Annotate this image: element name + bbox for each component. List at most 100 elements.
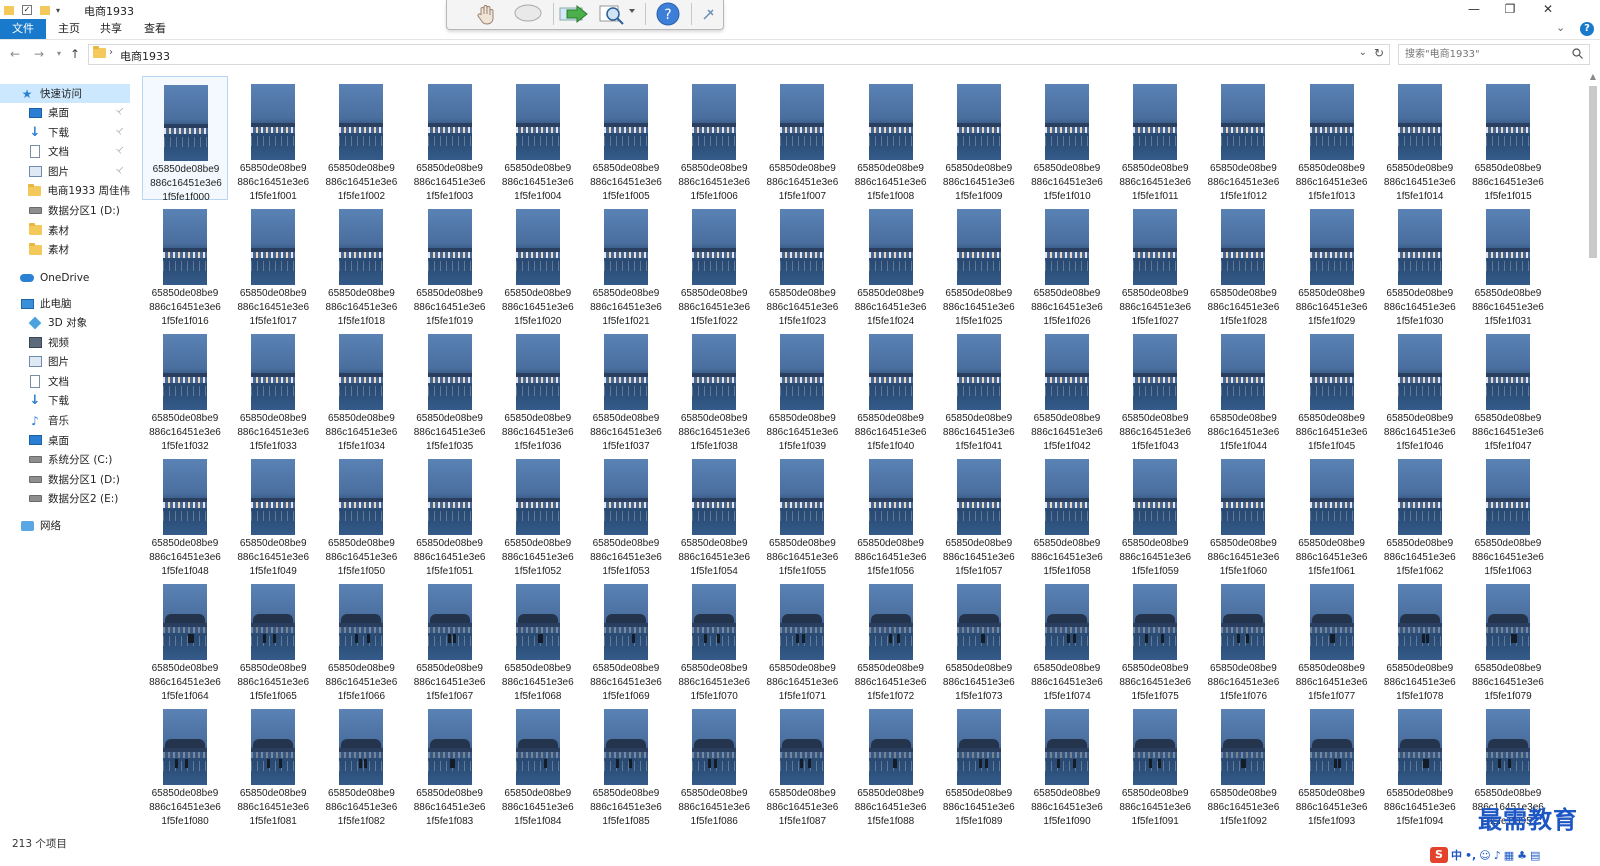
image-thumbnail[interactable]	[515, 584, 560, 660]
file-item[interactable]: 65850de08be9 886c16451e3e6 1f5fe1f076	[1200, 576, 1286, 702]
image-thumbnail[interactable]	[1309, 84, 1354, 160]
image-thumbnail[interactable]	[164, 85, 208, 161]
file-item[interactable]: 65850de08be9 886c16451e3e6 1f5fe1f079	[1465, 576, 1551, 702]
image-thumbnail[interactable]	[1133, 709, 1178, 785]
image-thumbnail[interactable]	[163, 334, 207, 410]
menu-grid-icon[interactable]: ▤	[1530, 849, 1540, 862]
image-thumbnail[interactable]	[251, 584, 296, 660]
image-thumbnail[interactable]	[1486, 209, 1530, 285]
file-item[interactable]: 65850de08be9 886c16451e3e6 1f5fe1f083	[407, 701, 493, 827]
image-thumbnail[interactable]	[1045, 334, 1089, 410]
file-item[interactable]: 65850de08be9 886c16451e3e6 1f5fe1f091	[1112, 701, 1198, 827]
image-thumbnail[interactable]	[1486, 709, 1530, 785]
file-item[interactable]: 65850de08be9 886c16451e3e6 1f5fe1f067	[407, 576, 493, 702]
sogou-ime-icon[interactable]: S	[1430, 847, 1448, 863]
search-box[interactable]	[1398, 44, 1590, 65]
sidebar-item[interactable]: 图片	[0, 352, 130, 371]
image-thumbnail[interactable]	[1221, 459, 1266, 535]
file-item[interactable]: 65850de08be9 886c16451e3e6 1f5fe1f039	[759, 326, 845, 452]
refresh-icon[interactable]: ↻	[1374, 46, 1384, 60]
emoji-icon[interactable]: ☺	[1479, 849, 1490, 862]
sidebar-item[interactable]: ↓ 下载	[0, 391, 130, 410]
file-item[interactable]: 65850de08be9 886c16451e3e6 1f5fe1f021	[583, 201, 669, 327]
sidebar-item[interactable]: 素材	[0, 240, 130, 259]
file-item[interactable]: 65850de08be9 886c16451e3e6 1f5fe1f032	[142, 326, 228, 452]
file-item[interactable]: 65850de08be9 886c16451e3e6 1f5fe1f037	[583, 326, 669, 452]
sidebar-network[interactable]: 网络	[0, 516, 130, 535]
pin-icon[interactable]: ⊥	[114, 144, 127, 157]
image-thumbnail[interactable]	[1309, 709, 1354, 785]
file-item[interactable]: 65850de08be9 886c16451e3e6 1f5fe1f060	[1200, 451, 1286, 577]
file-item[interactable]: 65850de08be9 886c16451e3e6 1f5fe1f035	[407, 326, 493, 452]
back-arrow-icon[interactable]: ←	[6, 45, 24, 63]
image-thumbnail[interactable]	[956, 209, 1001, 285]
file-item[interactable]: 65850de08be9 886c16451e3e6 1f5fe1f080	[142, 701, 228, 827]
file-item[interactable]: 65850de08be9 886c16451e3e6 1f5fe1f086	[671, 701, 757, 827]
file-item[interactable]: 65850de08be9 886c16451e3e6 1f5fe1f013	[1289, 76, 1375, 202]
keyboard-icon[interactable]: ▦	[1504, 849, 1514, 862]
file-item[interactable]: 65850de08be9 886c16451e3e6 1f5fe1f048	[142, 451, 228, 577]
image-thumbnail[interactable]	[956, 334, 1001, 410]
image-thumbnail[interactable]	[692, 209, 737, 285]
file-item[interactable]: 65850de08be9 886c16451e3e6 1f5fe1f038	[671, 326, 757, 452]
sidebar-item[interactable]: 数据分区1 (D:)	[0, 201, 130, 220]
properties-icon[interactable]: ✓	[22, 5, 32, 15]
sidebar-item[interactable]: 桌面 ⊥	[0, 103, 130, 122]
image-thumbnail[interactable]	[692, 709, 737, 785]
file-item[interactable]: 65850de08be9 886c16451e3e6 1f5fe1f087	[759, 701, 845, 827]
sidebar-item[interactable]: 电商1933 周佳伟	[0, 181, 130, 200]
image-thumbnail[interactable]	[515, 334, 560, 410]
file-item[interactable]: 65850de08be9 886c16451e3e6 1f5fe1f081	[230, 701, 316, 827]
image-thumbnail[interactable]	[427, 709, 472, 785]
image-thumbnail[interactable]	[339, 709, 384, 785]
chevron-down-icon[interactable]: ⌄	[1359, 47, 1367, 58]
scrollbar-thumb[interactable]	[1589, 86, 1597, 258]
file-item[interactable]: 65850de08be9 886c16451e3e6 1f5fe1f012	[1200, 76, 1286, 202]
image-thumbnail[interactable]	[1486, 84, 1530, 160]
image-thumbnail[interactable]	[692, 459, 737, 535]
image-thumbnail[interactable]	[1486, 334, 1530, 410]
file-item[interactable]: 65850de08be9 886c16451e3e6 1f5fe1f064	[142, 576, 228, 702]
file-item[interactable]: 65850de08be9 886c16451e3e6 1f5fe1f009	[936, 76, 1022, 202]
image-thumbnail[interactable]	[868, 709, 913, 785]
file-item[interactable]: 65850de08be9 886c16451e3e6 1f5fe1f071	[759, 576, 845, 702]
breadcrumb-current[interactable]: 电商1933	[120, 48, 170, 64]
file-item[interactable]: 65850de08be9 886c16451e3e6 1f5fe1f042	[1024, 326, 1110, 452]
file-item[interactable]: 65850de08be9 886c16451e3e6 1f5fe1f063	[1465, 451, 1551, 577]
file-item[interactable]: 65850de08be9 886c16451e3e6 1f5fe1f056	[848, 451, 934, 577]
file-item[interactable]: 65850de08be9 886c16451e3e6 1f5fe1f011	[1112, 76, 1198, 202]
image-thumbnail[interactable]	[1133, 334, 1178, 410]
file-item[interactable]: 65850de08be9 886c16451e3e6 1f5fe1f034	[318, 326, 404, 452]
minimize-button[interactable]: —	[1456, 0, 1492, 18]
file-item[interactable]: 65850de08be9 886c16451e3e6 1f5fe1f028	[1200, 201, 1286, 327]
image-thumbnail[interactable]	[163, 459, 207, 535]
file-item[interactable]: 65850de08be9 886c16451e3e6 1f5fe1f050	[318, 451, 404, 577]
file-item[interactable]: 65850de08be9 886c16451e3e6 1f5fe1f004	[495, 76, 581, 202]
image-thumbnail[interactable]	[1309, 334, 1354, 410]
image-thumbnail[interactable]	[1309, 209, 1354, 285]
file-item[interactable]: 65850de08be9 886c16451e3e6 1f5fe1f029	[1289, 201, 1375, 327]
image-thumbnail[interactable]	[604, 709, 648, 785]
vertical-scrollbar[interactable]: ▲	[1586, 70, 1600, 828]
sidebar-item[interactable]: 数据分区1 (D:)	[0, 470, 130, 489]
image-thumbnail[interactable]	[339, 459, 384, 535]
image-thumbnail[interactable]	[868, 84, 913, 160]
image-thumbnail[interactable]	[251, 334, 296, 410]
forward-arrow-icon[interactable]: →	[30, 45, 48, 63]
maximize-button[interactable]: ❐	[1492, 0, 1528, 18]
file-item[interactable]: 65850de08be9 886c16451e3e6 1f5fe1f024	[848, 201, 934, 327]
file-item[interactable]: 65850de08be9 886c16451e3e6 1f5fe1f053	[583, 451, 669, 577]
image-thumbnail[interactable]	[868, 334, 913, 410]
help-icon[interactable]: ?	[1580, 22, 1594, 36]
image-thumbnail[interactable]	[1133, 584, 1178, 660]
image-thumbnail[interactable]	[780, 84, 825, 160]
file-item[interactable]: 65850de08be9 886c16451e3e6 1f5fe1f054	[671, 451, 757, 577]
image-thumbnail[interactable]	[427, 459, 472, 535]
image-thumbnail[interactable]	[1045, 209, 1089, 285]
tab-share[interactable]: 共享	[88, 19, 134, 39]
file-item[interactable]: 65850de08be9 886c16451e3e6 1f5fe1f072	[848, 576, 934, 702]
file-item[interactable]: 65850de08be9 886c16451e3e6 1f5fe1f092	[1200, 701, 1286, 827]
file-item[interactable]: 65850de08be9 886c16451e3e6 1f5fe1f017	[230, 201, 316, 327]
image-thumbnail[interactable]	[868, 209, 913, 285]
image-thumbnail[interactable]	[1221, 584, 1266, 660]
